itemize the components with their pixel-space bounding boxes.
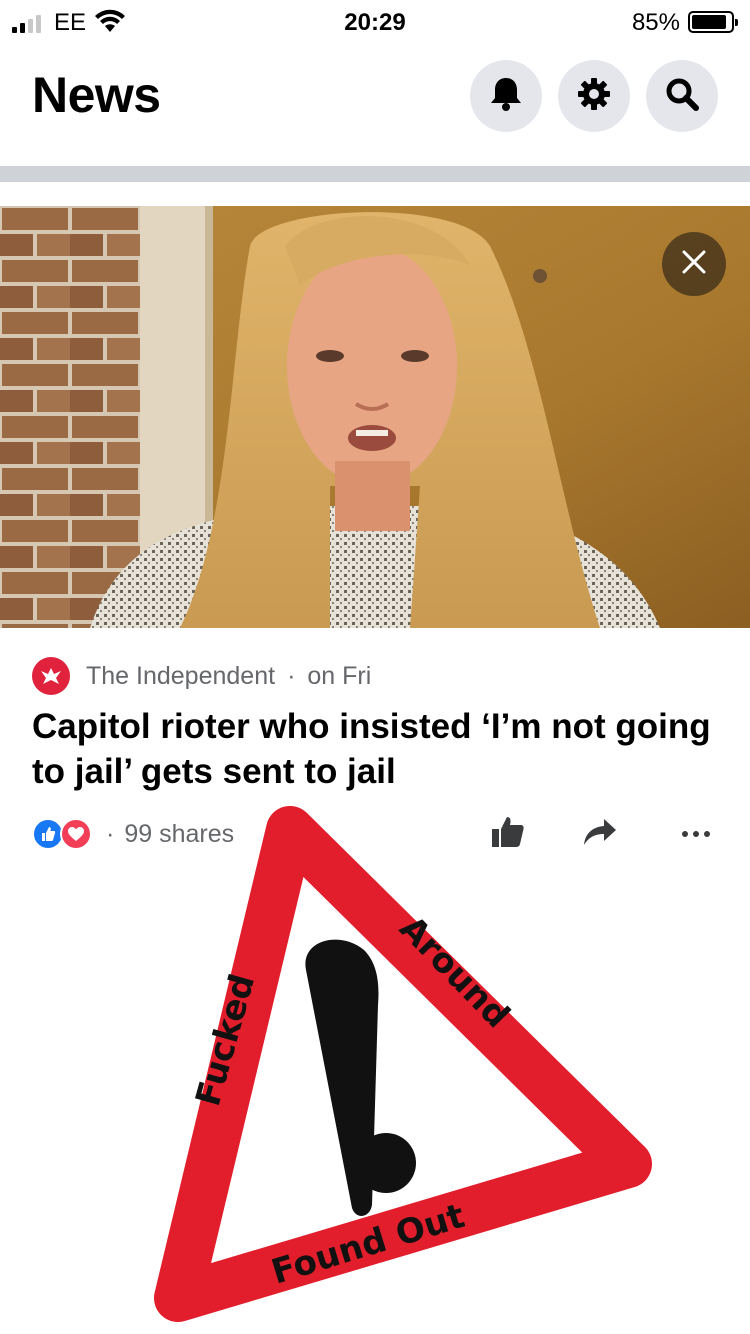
close-button[interactable]	[662, 232, 726, 296]
section-divider	[0, 166, 750, 182]
battery-icon	[688, 11, 738, 33]
article-source-row[interactable]: The Independent · on Fri	[32, 656, 371, 696]
publisher-logo-icon	[32, 657, 70, 695]
search-button[interactable]	[646, 60, 718, 132]
gear-icon	[576, 76, 612, 117]
search-icon	[664, 76, 700, 117]
close-icon	[681, 249, 707, 280]
article-image[interactable]	[0, 206, 750, 628]
source-separator: ·	[287, 661, 296, 690]
article-headline[interactable]: Capitol rioter who insisted ‘I’m not goi…	[32, 704, 722, 794]
status-bar: EE 20:29 85%	[0, 0, 750, 44]
notifications-button[interactable]	[470, 60, 542, 132]
battery-percent: 85%	[631, 9, 680, 36]
warning-sign-meme: Fucked Around Found Out	[154, 806, 652, 1322]
article-time: on Fri	[307, 661, 372, 690]
publisher-name[interactable]: The Independent	[86, 662, 275, 691]
bell-icon	[489, 76, 523, 117]
page-title: News	[32, 67, 161, 123]
settings-button[interactable]	[558, 60, 630, 132]
